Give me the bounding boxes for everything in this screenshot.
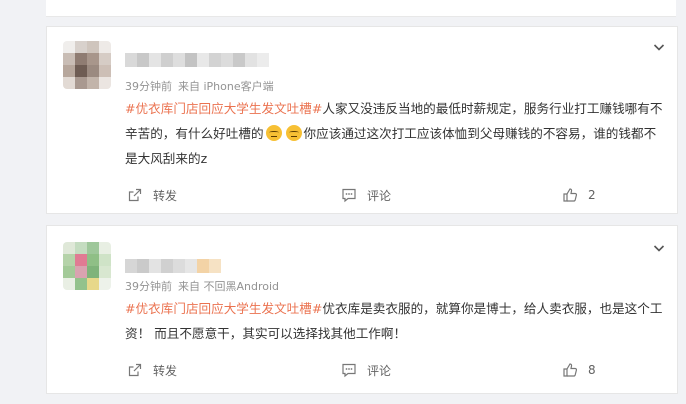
comment-card: 39分钟前 来自 iPhone客户端 #优衣库门店回应大学生发文吐槽#人家又没违反… bbox=[46, 26, 678, 214]
emoji-icon bbox=[285, 125, 302, 141]
forward-button[interactable]: 转发 bbox=[127, 360, 177, 380]
post-meta: 39分钟前 来自 iPhone客户端 bbox=[125, 78, 274, 94]
previous-card-bottom bbox=[46, 0, 676, 17]
post-source: 来自 iPhone客户端 bbox=[178, 80, 274, 93]
username[interactable] bbox=[125, 53, 269, 67]
post-source: 来自 不回黑Android bbox=[178, 280, 280, 293]
forward-icon bbox=[128, 363, 142, 377]
avatar[interactable] bbox=[63, 41, 111, 89]
post-meta: 39分钟前 来自 不回黑Android bbox=[125, 278, 279, 294]
like-button[interactable]: 2 bbox=[562, 185, 596, 205]
comment-card: 39分钟前 来自 不回黑Android #优衣库门店回应大学生发文吐槽#优衣库是卖… bbox=[46, 225, 678, 394]
comment-icon bbox=[342, 363, 356, 378]
like-button[interactable]: 8 bbox=[562, 360, 596, 380]
forward-icon bbox=[128, 188, 142, 202]
avatar[interactable] bbox=[63, 242, 111, 290]
topic-link[interactable]: #优衣库门店回应大学生发文吐槽# bbox=[125, 301, 322, 316]
comment-label: 评论 bbox=[367, 188, 392, 203]
comment-icon bbox=[342, 188, 356, 203]
comment-button[interactable]: 评论 bbox=[341, 360, 391, 380]
like-count: 8 bbox=[588, 363, 596, 377]
post-time[interactable]: 39分钟前 bbox=[125, 280, 172, 293]
thumbs-up-icon bbox=[563, 188, 578, 202]
emoji-icon bbox=[265, 125, 282, 141]
forward-button[interactable]: 转发 bbox=[127, 185, 177, 205]
chevron-down-icon[interactable] bbox=[653, 41, 665, 53]
post-time[interactable]: 39分钟前 bbox=[125, 80, 172, 93]
action-bar: 转发 评论 8 bbox=[47, 360, 677, 380]
chevron-down-icon[interactable] bbox=[653, 242, 665, 254]
username[interactable] bbox=[125, 259, 221, 273]
comment-button[interactable]: 评论 bbox=[341, 185, 391, 205]
post-text: #优衣库门店回应大学生发文吐槽#优衣库是卖衣服的，就算你是博士，给人卖衣服，也是… bbox=[125, 296, 663, 346]
action-bar: 转发 评论 2 bbox=[47, 185, 677, 205]
like-count: 2 bbox=[588, 188, 596, 202]
forward-label: 转发 bbox=[153, 188, 178, 203]
comment-label: 评论 bbox=[367, 363, 392, 378]
forward-label: 转发 bbox=[153, 363, 178, 378]
post-text: #优衣库门店回应大学生发文吐槽#人家又没违反当地的最低时薪规定，服务行业打工赚钱… bbox=[125, 96, 663, 171]
topic-link[interactable]: #优衣库门店回应大学生发文吐槽# bbox=[125, 101, 322, 116]
thumbs-up-icon bbox=[563, 363, 578, 377]
